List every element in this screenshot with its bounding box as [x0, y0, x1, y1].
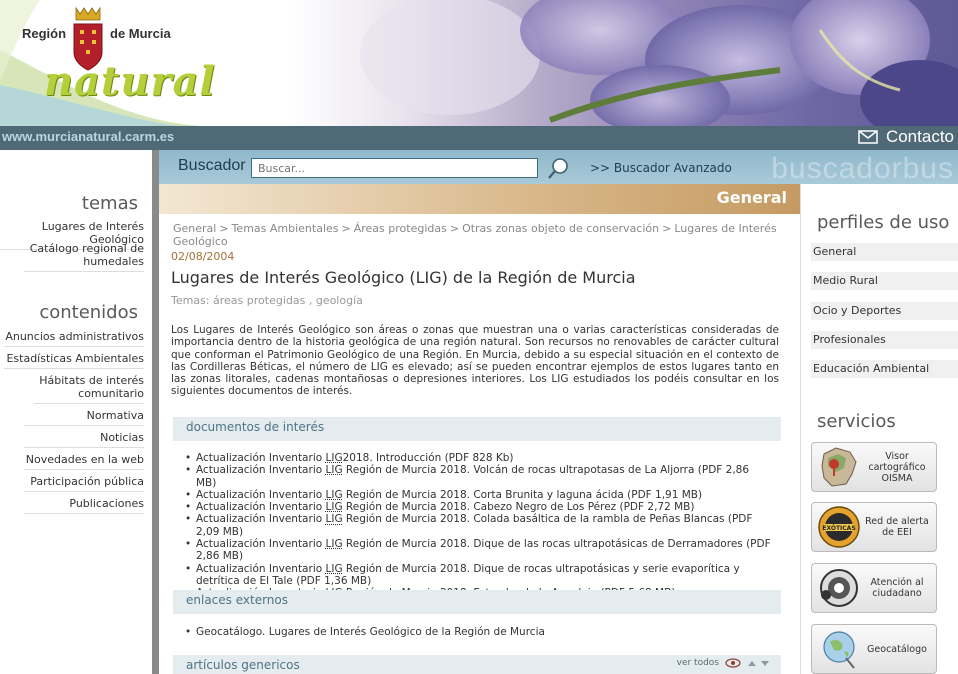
- sidebar-item-humedales[interactable]: Catálogo regional de humedales: [24, 242, 144, 272]
- advanced-search-link[interactable]: >> Buscador Avanzado: [590, 161, 732, 175]
- perfil-profesionales[interactable]: Profesionales: [811, 331, 958, 349]
- temas-heading: temas: [81, 193, 138, 214]
- breadcrumb-item[interactable]: Otras zonas objeto de conservación: [462, 222, 659, 235]
- servicio-visor-button[interactable]: Visor cartográfico OISMA: [811, 442, 937, 492]
- doc-link[interactable]: Actualización Inventario LIG Región de M…: [181, 488, 771, 502]
- logo-text-region: Región: [22, 26, 67, 41]
- doc-link[interactable]: Actualización Inventario LIG2018. Introd…: [181, 452, 771, 465]
- doc-link-text: Región de Murcia 2018. Cabezo Negro de L…: [342, 501, 695, 514]
- mail-icon: [858, 130, 878, 144]
- tags-links[interactable]: áreas protegidas , geología: [213, 294, 363, 307]
- doc-link-prefix: Actualización Inventario: [196, 513, 326, 526]
- breadcrumb-item[interactable]: Áreas protegidas: [354, 222, 447, 235]
- article-date: 02/08/2004: [171, 250, 235, 263]
- doc-link[interactable]: Actualización Inventario LIG Región de M…: [181, 563, 771, 588]
- links-section-header: enlaces externos: [173, 590, 781, 614]
- tags-label: Temas:: [171, 294, 214, 307]
- exoticas-icon: EXÓTICAS: [818, 506, 860, 548]
- breadcrumb-item[interactable]: Temas Ambientales: [232, 222, 339, 235]
- sidebar-item-publicaciones[interactable]: Publicaciones: [24, 497, 144, 514]
- article-tags: Temas: áreas protegidas , geología: [171, 294, 363, 307]
- sidebar-item-normativa[interactable]: Normativa: [24, 409, 144, 426]
- ver-todos-link[interactable]: ver todos: [677, 658, 771, 668]
- sidebar-item-estadisticas[interactable]: Estadísticas Ambientales: [4, 352, 144, 369]
- servicios-heading: servicios: [817, 411, 896, 432]
- logo-text-murcia: de Murcia: [110, 26, 171, 41]
- section-title: General: [716, 188, 787, 207]
- articles-title: artículos genericos: [186, 658, 300, 672]
- doc-link-text: 2018. Introducción (PDF 828 Kb): [342, 452, 514, 464]
- perfil-educacion-ambiental[interactable]: Educación Ambiental: [811, 360, 958, 378]
- doc-link[interactable]: Actualización Inventario LIG Región de M…: [181, 501, 771, 514]
- contact-link[interactable]: Contacto: [858, 127, 954, 147]
- doc-link-abbr: LIG: [325, 538, 343, 551]
- doc-link-prefix: Actualización Inventario: [196, 501, 326, 514]
- doc-link-prefix: Actualización Inventario: [196, 464, 326, 477]
- doc-link-prefix: Actualización Inventario: [196, 452, 326, 464]
- sidebar-item-habitats[interactable]: Hábitats de interés comunitario: [34, 374, 144, 404]
- external-link[interactable]: Geocatálogo. Lugares de Interés Geológic…: [181, 626, 771, 639]
- sidebar-item-noticias[interactable]: Noticias: [24, 431, 144, 448]
- page-title: Lugares de Interés Geológico (LIG) de la…: [171, 268, 636, 287]
- search-label: Buscador: [178, 157, 246, 174]
- map-icon: [821, 447, 857, 487]
- perfil-ocio-deportes[interactable]: Ocio y Deportes: [811, 302, 958, 320]
- header-banner: Región de Murcia natural: [0, 0, 958, 126]
- search-input[interactable]: [251, 158, 538, 178]
- servicio-geocatalogo-button[interactable]: Geocatálogo: [811, 624, 937, 674]
- search-watermark: buscadorbus: [771, 152, 954, 185]
- right-sidebar: perfiles de uso General Medio Rural Ocio…: [801, 184, 958, 674]
- page: Región de Murcia natural www.murcianatur…: [0, 0, 958, 674]
- contenidos-heading: contenidos: [39, 302, 138, 323]
- breadcrumb: General > Temas Ambientales > Áreas protegid…: [173, 222, 777, 248]
- perfiles-heading: perfiles de uso: [817, 212, 950, 233]
- doc-link-abbr: LIG: [325, 562, 343, 575]
- doc-link-prefix: Actualización Inventario: [196, 538, 326, 551]
- search-icon[interactable]: [546, 156, 570, 180]
- search-bar: buscadorbus Buscador >> Buscador Avanzad…: [158, 150, 958, 185]
- globe-icon: [823, 631, 855, 669]
- servicio-visor-label: Visor cartográfico OISMA: [868, 450, 926, 484]
- doc-link[interactable]: Actualización Inventario LIG Región de M…: [181, 464, 771, 489]
- site-url-link[interactable]: www.murcianatural.carm.es: [2, 129, 174, 144]
- doc-link-prefix: Actualización Inventario: [196, 562, 326, 575]
- collapse-arrows-icon[interactable]: [747, 658, 771, 668]
- atencion-ciudadano-icon: [820, 569, 858, 607]
- ver-todos-label: ver todos: [676, 658, 719, 668]
- sidebar-item-participacion[interactable]: Participación pública: [24, 475, 144, 492]
- servicio-eei-label: Red de alerta de EEI: [865, 516, 929, 538]
- top-bar: www.murcianatural.carm.es Contacto: [0, 126, 958, 150]
- perfil-medio-rural[interactable]: Medio Rural: [811, 272, 958, 290]
- links-list: Geocatálogo. Lugares de Interés Geológic…: [181, 626, 771, 639]
- servicio-eei-button[interactable]: EXÓTICAS Red de alerta de EEI: [811, 502, 937, 552]
- article-body: Los Lugares de Interés Geológico son áre…: [171, 324, 779, 398]
- perfil-general[interactable]: General: [811, 243, 958, 261]
- flower-photo: [360, 0, 958, 126]
- section-header-bar: General: [159, 184, 801, 214]
- docs-section-header: documentos de interés: [173, 417, 781, 441]
- eye-icon: [725, 658, 741, 668]
- svg-text:EXÓTICAS: EXÓTICAS: [822, 525, 855, 532]
- servicio-atencion-label: Atención al ciudadano: [870, 577, 924, 599]
- doc-link[interactable]: Actualización Inventario LIG Región de M…: [181, 513, 771, 538]
- left-column-separator: [152, 150, 159, 674]
- servicio-atencion-button[interactable]: Atención al ciudadano: [811, 563, 937, 613]
- main-content: General General > Temas Ambientales > Áreas …: [159, 184, 801, 674]
- doc-link-abbr: LIG: [325, 488, 343, 501]
- servicio-geocatalogo-label: Geocatálogo: [867, 643, 927, 655]
- logo-text-natural[interactable]: natural: [44, 58, 216, 105]
- doc-link-abbr: LIG: [325, 464, 343, 477]
- doc-link-abbr: LIG: [325, 501, 343, 514]
- sidebar-item-anuncios[interactable]: Anuncios administrativos: [4, 330, 144, 347]
- doc-link-prefix: Actualización Inventario: [196, 488, 326, 501]
- articles-section-header: artículos genericos ver todos: [173, 655, 781, 674]
- breadcrumb-item[interactable]: General: [173, 222, 216, 235]
- doc-link-abbr: LIG: [325, 452, 343, 464]
- doc-link-abbr: LIG: [325, 513, 343, 526]
- docs-list: Actualización Inventario LIG2018. Introd…: [181, 452, 771, 600]
- doc-link-text: Región de Murcia 2018. Corta Brunita y l…: [342, 488, 703, 501]
- contact-label: Contacto: [885, 127, 954, 146]
- doc-link[interactable]: Actualización Inventario LIG Región de M…: [181, 538, 771, 563]
- sidebar-item-novedades[interactable]: Novedades en la web: [24, 453, 144, 470]
